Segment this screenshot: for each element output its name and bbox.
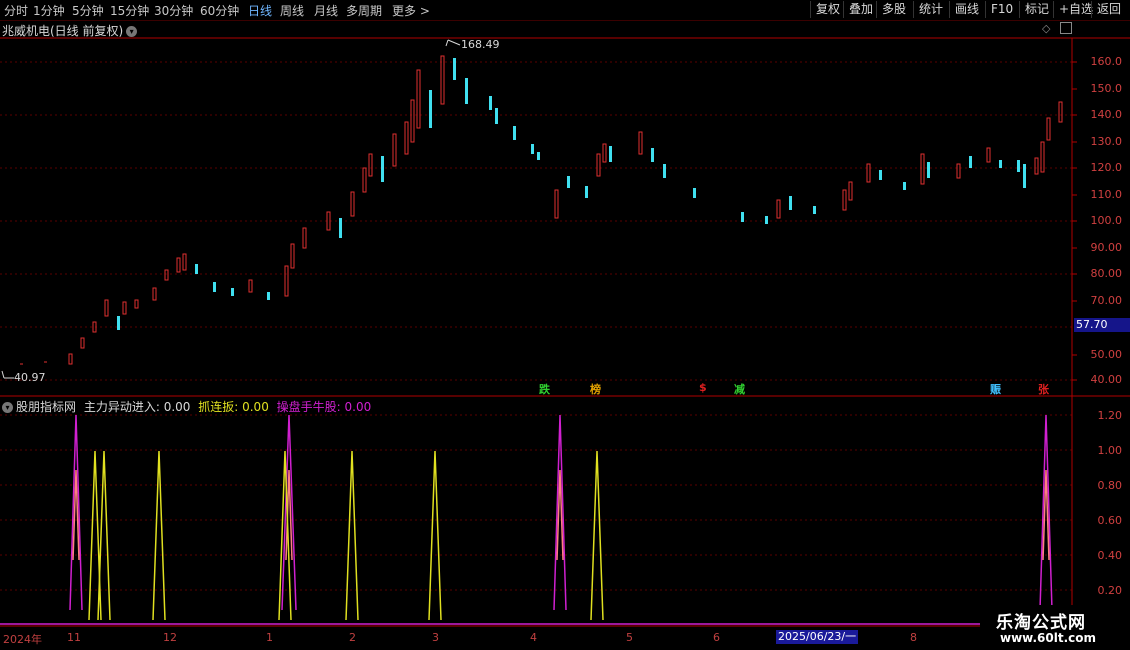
- indicator-axis-label: 1.20: [1097, 409, 1123, 422]
- price-axis-label: 130.0: [1090, 135, 1123, 148]
- cursor-date: 2025/06/23/一: [776, 630, 858, 644]
- watermark-url: www.60lt.com: [1000, 631, 1097, 645]
- signal-marker[interactable]: 张: [1038, 381, 1049, 397]
- indicator-axis-label: 0.80: [1097, 479, 1123, 492]
- price-axis-label: 70.00: [1090, 294, 1123, 307]
- signal-marker[interactable]: 跌: [539, 381, 550, 397]
- date-axis-label: 6: [713, 631, 720, 644]
- price-axis-label: 50.00: [1090, 348, 1123, 361]
- date-axis-label: 5: [626, 631, 633, 644]
- chevron-down-icon[interactable]: ▾: [2, 402, 13, 413]
- date-axis-label: 4: [530, 631, 537, 644]
- date-axis-label: 11: [67, 631, 81, 644]
- date-axis-label: 3: [432, 631, 439, 644]
- date-axis-label: 1: [266, 631, 273, 644]
- date-axis-label: 2024年: [3, 633, 42, 646]
- kline-chart: [0, 37, 1130, 627]
- price-axis-label: 150.0: [1090, 82, 1123, 95]
- signal-marker[interactable]: 赈: [990, 381, 1001, 397]
- date-axis-label: 8: [910, 631, 917, 644]
- current-price-tag: 57.70: [1074, 318, 1130, 332]
- date-axis-label: 2: [349, 631, 356, 644]
- signal-marker[interactable]: 减: [734, 381, 745, 397]
- date-axis-label: 12: [163, 631, 177, 644]
- indicator-trader-bull: 操盘手牛股: 0.00: [276, 400, 372, 414]
- price-axis-label: 120.0: [1090, 161, 1123, 174]
- signal-marker[interactable]: $: [699, 381, 707, 394]
- indicator-main-force: 主力异动进入: 0.00: [83, 400, 191, 414]
- price-axis-label: 90.00: [1090, 241, 1123, 254]
- indicator-axis-label: 0.40: [1097, 549, 1123, 562]
- indicator-axis-label: 0.60: [1097, 514, 1123, 527]
- high-price-label: 168.49: [461, 38, 500, 51]
- price-axis-label: 140.0: [1090, 108, 1123, 121]
- price-axis-label: 100.0: [1090, 214, 1123, 227]
- low-price-label: 40.97: [14, 371, 46, 384]
- indicator-limit-up: 抓连扳: 0.00: [198, 400, 269, 414]
- price-axis-label: 110.0: [1090, 188, 1123, 201]
- indicator-axis-label: 0.20: [1097, 584, 1123, 597]
- indicator-axis-label: 1.00: [1097, 444, 1123, 457]
- signal-marker[interactable]: 榜: [590, 381, 601, 397]
- price-axis-label: 160.0: [1090, 55, 1123, 68]
- indicator-legend: ▾ 股朋指标网 主力异动进入: 0.00 抓连扳: 0.00 操盘手牛股: 0.0…: [2, 398, 371, 415]
- watermark-title: 乐淘公式网: [996, 613, 1086, 633]
- price-axis-label: 40.00: [1090, 373, 1123, 386]
- indicator-name: 股朋指标网: [16, 400, 77, 414]
- price-axis-label: 80.00: [1090, 267, 1123, 280]
